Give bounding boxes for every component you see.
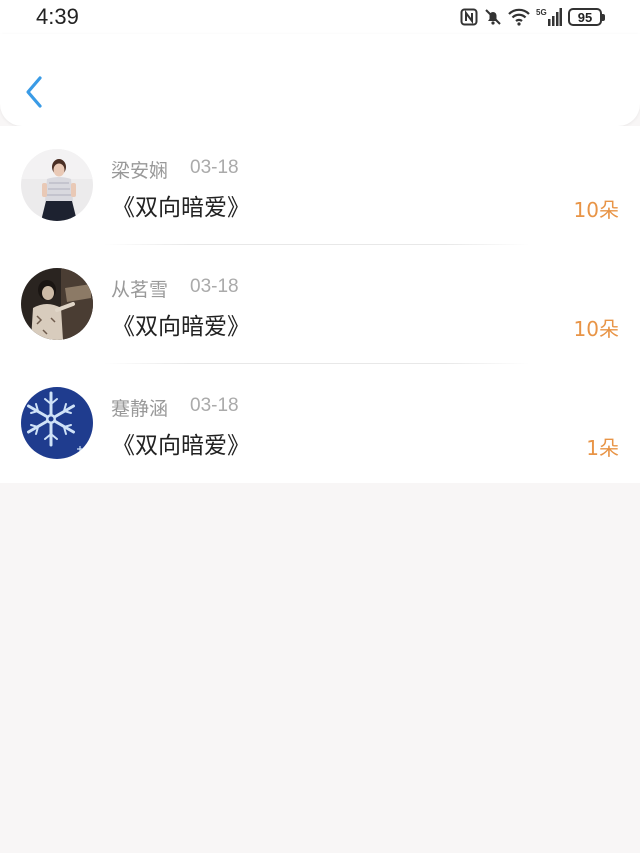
status-time: 4:39: [36, 4, 79, 29]
book-title: 《双向暗爱》: [112, 195, 250, 221]
flower-count: 10朵: [573, 317, 619, 341]
header: [0, 34, 640, 126]
bell-off-icon: [484, 8, 502, 26]
sender-name: 梁安娴: [111, 160, 169, 182]
flower-count: 1朵: [586, 436, 619, 460]
list-item[interactable]: 从茗雪 03-18 《双向暗爱》 10朵: [0, 245, 640, 364]
avatar[interactable]: [21, 268, 93, 340]
status-icons: 5G 95: [460, 6, 605, 28]
gift-date: 03-18: [190, 395, 239, 416]
flower-count: 10朵: [573, 198, 619, 222]
wifi-icon: [508, 8, 530, 26]
sender-name: 从茗雪: [111, 279, 169, 301]
status-bar: 4:39 5G 95: [0, 0, 640, 34]
gift-date: 03-18: [190, 157, 239, 178]
gift-date: 03-18: [190, 276, 239, 297]
avatar[interactable]: [21, 387, 93, 459]
list-item[interactable]: 梁安娴 03-18 《双向暗爱》 10朵: [0, 126, 640, 245]
back-button[interactable]: [20, 72, 50, 112]
avatar[interactable]: [21, 149, 93, 221]
chevron-left-icon: [20, 76, 50, 116]
signal-icon: 5G: [536, 7, 562, 27]
book-title: 《双向暗爱》: [112, 433, 250, 459]
svg-text:5G: 5G: [536, 8, 547, 17]
book-title: 《双向暗爱》: [112, 314, 250, 340]
battery-icon: 95: [568, 8, 605, 26]
sender-name: 蹇静涵: [111, 398, 169, 420]
list-item[interactable]: 蹇静涵 03-18 《双向暗爱》 1朵: [0, 364, 640, 483]
nfc-icon: [460, 8, 478, 26]
gift-list: 梁安娴 03-18 《双向暗爱》 10朵 从茗雪 03-18 《双向暗爱》 10…: [0, 126, 640, 483]
